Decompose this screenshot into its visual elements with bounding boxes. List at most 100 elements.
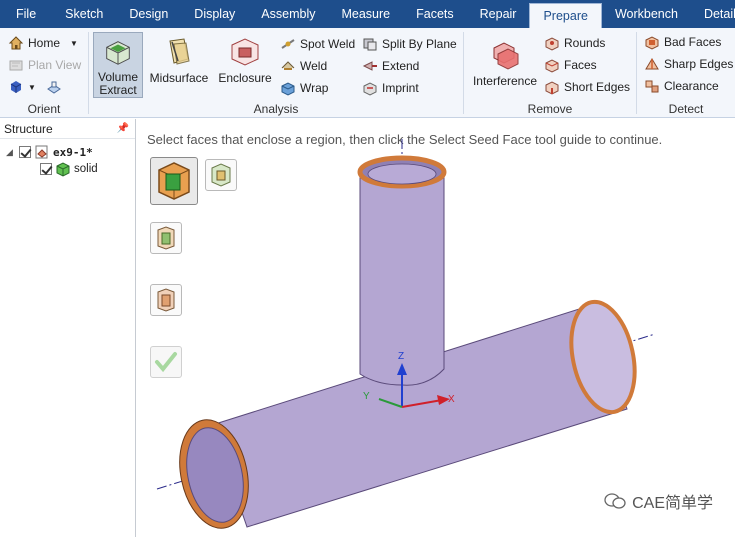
- interference-button[interactable]: Interference: [470, 38, 540, 88]
- home-button[interactable]: Home ▼: [8, 33, 78, 53]
- extend-button[interactable]: Extend: [362, 56, 419, 76]
- short-edges-icon: [545, 81, 559, 95]
- pin-icon[interactable]: 📌: [117, 123, 129, 134]
- enclosure-icon: [231, 38, 259, 66]
- weld-label: Weld: [300, 59, 328, 73]
- visibility-checkbox[interactable]: [40, 163, 52, 175]
- tab-facets[interactable]: Facets: [403, 0, 467, 28]
- orient-label: Orient: [27, 102, 61, 116]
- analysis-label: Analysis: [253, 102, 299, 116]
- short-edges-label: Short Edges: [564, 80, 631, 94]
- plan-view-icon: [9, 60, 23, 71]
- tree-item-solid[interactable]: solid: [40, 161, 98, 177]
- interference-label: Interference: [472, 74, 538, 88]
- plan-view-label: Plan View: [28, 58, 82, 72]
- menu-bar: File Sketch Design Display Assembly Meas…: [0, 0, 735, 28]
- chevron-down-icon[interactable]: ▼: [70, 39, 78, 48]
- detect-label: Detect: [668, 102, 704, 116]
- weld-button[interactable]: Weld: [280, 56, 327, 76]
- tab-detail[interactable]: Detail: [691, 0, 735, 28]
- sharp-edges-label: Sharp Edges: [664, 57, 734, 71]
- detect-group: Bad Faces Sharp Edges Clearance Detect: [637, 28, 735, 118]
- y-axis-label: Y: [363, 391, 370, 402]
- orient-group: Home ▼ Plan View ▼ Orient: [0, 28, 88, 118]
- cube-icon: [10, 81, 22, 93]
- home-label: Home: [28, 36, 61, 50]
- design-icon: [35, 145, 48, 159]
- model-canvas[interactable]: Z X Y: [137, 119, 735, 537]
- wechat-icon: [604, 493, 626, 509]
- midsurface-icon: [169, 38, 190, 65]
- rounds-button[interactable]: Rounds: [544, 33, 605, 53]
- clearance-label: Clearance: [664, 79, 719, 93]
- weld-icon: [281, 61, 295, 70]
- faces-label: Faces: [564, 58, 597, 72]
- z-axis-label: Z: [398, 351, 404, 362]
- graphics-viewport[interactable]: Select faces that enclose a region, then…: [137, 119, 735, 537]
- rounds-icon: [545, 37, 559, 51]
- volume-extract-icon: [106, 41, 130, 65]
- tab-file[interactable]: File: [0, 0, 52, 28]
- midsurface-label: Midsurface: [149, 71, 209, 85]
- extend-label: Extend: [382, 59, 420, 73]
- analysis-group: Volume Extract Midsurface Enclosure Spot…: [89, 28, 463, 118]
- imprint-icon: [363, 82, 377, 96]
- tab-prepare[interactable]: Prepare: [529, 3, 602, 28]
- home-icon: [8, 36, 24, 50]
- interference-icon: [493, 42, 519, 70]
- tree-root-label: ex9-1*: [53, 145, 93, 159]
- branch-pipe-interior: [367, 163, 437, 185]
- structure-panel: Structure 📌 ◢ ex9-1* solid: [0, 119, 136, 537]
- rounds-label: Rounds: [564, 36, 606, 50]
- clearance-icon: [645, 80, 659, 93]
- plan-view-button[interactable]: Plan View: [8, 55, 81, 75]
- enclosure-label: Enclosure: [218, 71, 272, 85]
- clearance-button[interactable]: Clearance: [644, 76, 719, 96]
- split-by-plane-button[interactable]: Split By Plane: [362, 34, 457, 54]
- remove-label: Remove: [527, 102, 573, 116]
- faces-icon: [545, 59, 559, 73]
- split-by-plane-icon: [363, 38, 377, 51]
- sharp-edges-button[interactable]: Sharp Edges: [644, 54, 733, 74]
- imprint-button[interactable]: Imprint: [362, 78, 419, 98]
- tab-repair[interactable]: Repair: [467, 0, 530, 28]
- wrap-button[interactable]: Wrap: [280, 78, 328, 98]
- tab-workbench[interactable]: Workbench: [602, 0, 691, 28]
- bad-faces-button[interactable]: Bad Faces: [644, 32, 721, 52]
- spot-weld-icon: [281, 39, 295, 49]
- short-edges-button[interactable]: Short Edges: [544, 77, 630, 97]
- tree-item-root[interactable]: ◢ ex9-1*: [6, 144, 93, 160]
- tab-measure[interactable]: Measure: [328, 0, 403, 28]
- wrap-icon: [281, 82, 295, 96]
- snap-view-icon[interactable]: [46, 79, 62, 95]
- volume-extract-label-2: Extract: [99, 83, 137, 97]
- extend-icon: [362, 61, 377, 71]
- solid-body-icon: [56, 162, 70, 177]
- x-axis-label: X: [448, 394, 455, 405]
- tab-sketch[interactable]: Sketch: [52, 0, 116, 28]
- tab-assembly[interactable]: Assembly: [248, 0, 328, 28]
- watermark: CAE简单学: [604, 489, 713, 513]
- faces-button[interactable]: Faces: [544, 55, 597, 75]
- spot-weld-label: Spot Weld: [300, 37, 356, 51]
- ribbon: Home ▼ Plan View ▼ Orient Volume Extract…: [0, 28, 735, 118]
- imprint-label: Imprint: [382, 81, 419, 95]
- sharp-edges-icon: [645, 58, 659, 70]
- volume-extract-button[interactable]: Volume Extract: [93, 32, 143, 98]
- tab-design[interactable]: Design: [116, 0, 181, 28]
- chevron-down-icon[interactable]: ▼: [28, 83, 36, 92]
- structure-title: Structure: [4, 121, 53, 136]
- bad-faces-icon: [645, 36, 659, 50]
- view-cube-button[interactable]: ▼: [8, 77, 62, 97]
- tab-display[interactable]: Display: [181, 0, 248, 28]
- remove-group: Interference Rounds Faces Short Edges Re…: [464, 28, 636, 118]
- midsurface-button[interactable]: Midsurface: [147, 35, 211, 85]
- structure-header: Structure 📌: [0, 119, 135, 139]
- collapse-icon[interactable]: ◢: [6, 147, 16, 158]
- watermark-text: CAE简单学: [632, 495, 713, 512]
- split-by-plane-label: Split By Plane: [382, 37, 457, 51]
- enclosure-button[interactable]: Enclosure: [215, 35, 275, 85]
- visibility-checkbox[interactable]: [19, 146, 31, 158]
- spot-weld-button[interactable]: Spot Weld: [280, 34, 355, 54]
- wrap-label: Wrap: [300, 81, 329, 95]
